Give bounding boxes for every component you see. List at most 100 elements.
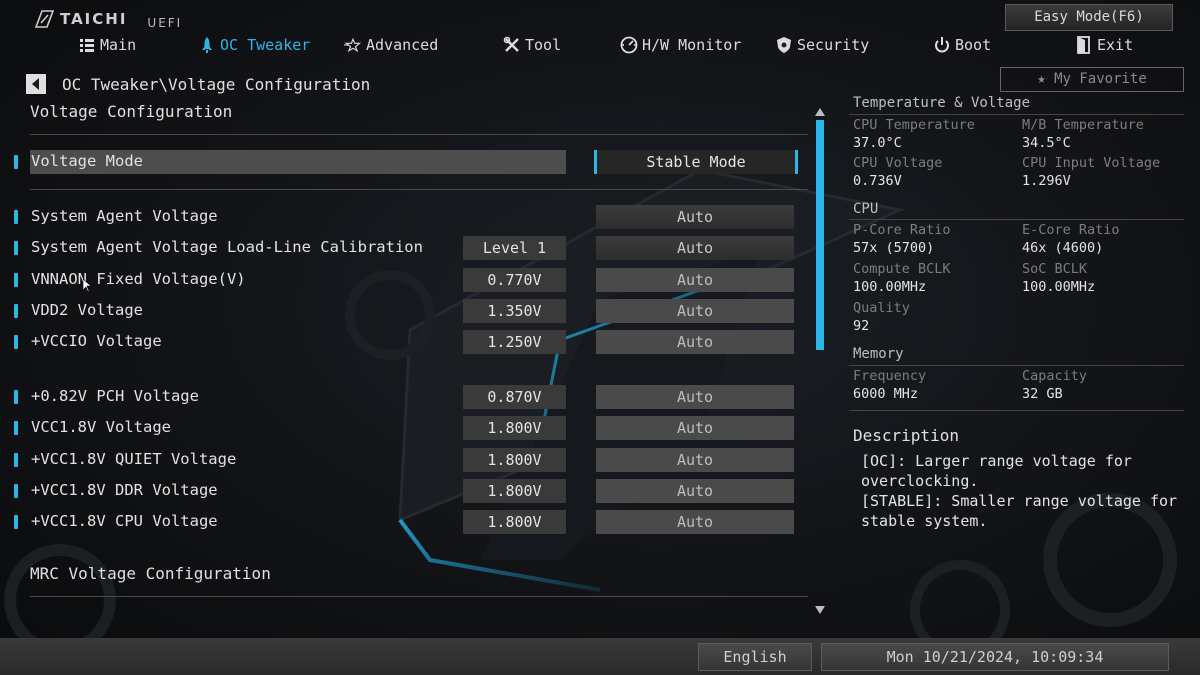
setting-row-sa-llc[interactable]: System Agent Voltage Load-Line Calibrati… [0, 236, 810, 260]
setting-option[interactable]: Auto [596, 236, 794, 260]
setting-label: VNNAON Fixed Voltage(V) [31, 270, 246, 288]
description-line: [OC]: Larger range voltage for [861, 452, 1132, 470]
voltage-mode-row[interactable]: Voltage Mode Stable Mode [0, 150, 810, 174]
easy-mode-button[interactable]: Easy Mode(F6) [1005, 4, 1173, 31]
row-marker [14, 155, 18, 169]
setting-row-system-agent-voltage[interactable]: System Agent Voltage Auto [0, 205, 810, 229]
divider [849, 114, 1184, 115]
description-title: Description [853, 426, 959, 445]
setting-row-vccio[interactable]: +VCCIO Voltage 1.250V Auto [0, 330, 810, 354]
tab-security[interactable]: Security [775, 36, 869, 54]
current-value: 1.800V [463, 416, 566, 440]
tab-oc-tweaker[interactable]: OC Tweaker [198, 36, 310, 54]
tab-tool-label: Tool [525, 36, 562, 54]
setting-option[interactable]: Auto [596, 385, 794, 409]
soc-bclk-value: 100.00MHz [1022, 279, 1096, 295]
setting-option[interactable]: Auto [596, 416, 794, 440]
tab-main-label: Main [100, 36, 137, 54]
main-grid-icon [80, 39, 94, 52]
setting-row-vcc18[interactable]: VCC1.8V Voltage 1.800V Auto [0, 416, 810, 440]
scroll-down-arrow-icon[interactable] [815, 606, 825, 614]
mouse-pointer-icon [83, 279, 91, 292]
setting-row-vcc18-quiet[interactable]: +VCC1.8V QUIET Voltage 1.800V Auto [0, 448, 810, 472]
tab-exit-label: Exit [1097, 36, 1134, 54]
setting-label: +0.82V PCH Voltage [31, 387, 199, 405]
setting-option[interactable]: Auto [596, 479, 794, 503]
current-value: 1.350V [463, 299, 566, 323]
setting-option[interactable]: Auto [596, 205, 794, 229]
row-marker [14, 484, 18, 498]
divider [30, 596, 808, 597]
setting-option[interactable]: Auto [596, 299, 794, 323]
setting-label: +VCC1.8V CPU Voltage [31, 512, 218, 530]
quality-value: 92 [853, 318, 870, 334]
setting-label: VCC1.8V Voltage [31, 418, 171, 436]
main-nav: Main OC Tweaker Advanced Tool H/W Monito… [0, 36, 1200, 58]
mb-temperature-value: 34.5°C [1022, 135, 1071, 151]
setting-option[interactable]: Auto [596, 510, 794, 534]
tab-advanced-label: Advanced [366, 36, 439, 54]
shield-icon [777, 37, 791, 53]
tab-exit[interactable]: Exit [1075, 36, 1133, 54]
scroll-thumb[interactable] [816, 120, 824, 350]
star-icon: ★ [1037, 71, 1046, 87]
setting-option[interactable]: Auto [596, 448, 794, 472]
my-favorite-button[interactable]: ★ My Favorite [1000, 67, 1184, 92]
e-core-ratio-label: E-Core Ratio [1022, 222, 1120, 238]
cpu-voltage-label: CPU Voltage [853, 155, 943, 171]
tab-advanced[interactable]: Advanced [344, 36, 438, 54]
cpu-voltage-value: 0.736V [853, 173, 902, 189]
setting-label: +VCC1.8V QUIET Voltage [31, 450, 237, 468]
row-marker [14, 515, 18, 529]
tab-tool[interactable]: Tool [503, 36, 561, 54]
language-button[interactable]: English [698, 643, 812, 671]
setting-label: System Agent Voltage [31, 207, 218, 225]
p-core-ratio-label: P-Core Ratio [853, 222, 951, 238]
description-line: overclocking. [861, 472, 979, 490]
temp-voltage-heading: Temperature & Voltage [853, 95, 1031, 111]
cpu-temperature-label: CPU Temperature [853, 117, 975, 133]
setting-row-vnnaon[interactable]: VNNAON Fixed Voltage(V) 0.770V Auto [0, 268, 810, 292]
setting-option[interactable]: Auto [596, 268, 794, 292]
setting-row-pch[interactable]: +0.82V PCH Voltage 0.870V Auto [0, 385, 810, 409]
datetime-display: Mon 10/21/2024, 10:09:34 [821, 643, 1169, 671]
current-value: 1.250V [463, 330, 566, 354]
cpu-input-voltage-label: CPU Input Voltage [1022, 155, 1161, 171]
brand-logo-area: TAICHI UEFI [34, 8, 182, 30]
description-line: [STABLE]: Smaller range voltage for [861, 492, 1178, 510]
setting-row-vdd2[interactable]: VDD2 Voltage 1.350V Auto [0, 299, 810, 323]
star-advanced-icon [344, 37, 362, 53]
current-value: Level 1 [463, 236, 566, 260]
current-value: 1.800V [463, 510, 566, 534]
quality-label: Quality [853, 300, 910, 316]
mb-temperature-label: M/B Temperature [1022, 117, 1144, 133]
setting-row-vcc18-ddr[interactable]: +VCC1.8V DDR Voltage 1.800V Auto [0, 479, 810, 503]
memory-heading: Memory [853, 346, 904, 362]
tab-main[interactable]: Main [78, 36, 136, 54]
soc-bclk-label: SoC BCLK [1022, 261, 1088, 277]
vertical-scrollbar[interactable] [815, 108, 825, 614]
row-marker [14, 273, 18, 287]
row-marker [14, 335, 18, 349]
divider [849, 219, 1184, 220]
compute-bclk-label: Compute BCLK [853, 261, 951, 277]
tab-boot[interactable]: Boot [933, 36, 991, 54]
row-marker [14, 241, 18, 255]
e-core-ratio-value: 46x (4600) [1022, 240, 1104, 256]
voltage-mode-option[interactable]: Stable Mode [594, 150, 798, 174]
divider [30, 189, 808, 190]
memory-capacity-value: 32 GB [1022, 386, 1063, 402]
current-value: 0.870V [463, 385, 566, 409]
memory-frequency-value: 6000 MHz [853, 386, 919, 402]
back-button[interactable] [26, 74, 46, 94]
divider [849, 410, 1184, 411]
mrc-voltage-configuration-link[interactable]: MRC Voltage Configuration [30, 564, 271, 583]
memory-frequency-label: Frequency [853, 368, 927, 384]
setting-row-vcc18-cpu[interactable]: +VCC1.8V CPU Voltage 1.800V Auto [0, 510, 810, 534]
setting-option[interactable]: Auto [596, 330, 794, 354]
taichi-logo-icon [34, 10, 54, 28]
divider [30, 134, 808, 135]
setting-label: System Agent Voltage Load-Line Calibrati… [31, 238, 423, 256]
scroll-up-arrow-icon[interactable] [815, 108, 825, 116]
tab-hw-monitor[interactable]: H/W Monitor [620, 36, 741, 54]
